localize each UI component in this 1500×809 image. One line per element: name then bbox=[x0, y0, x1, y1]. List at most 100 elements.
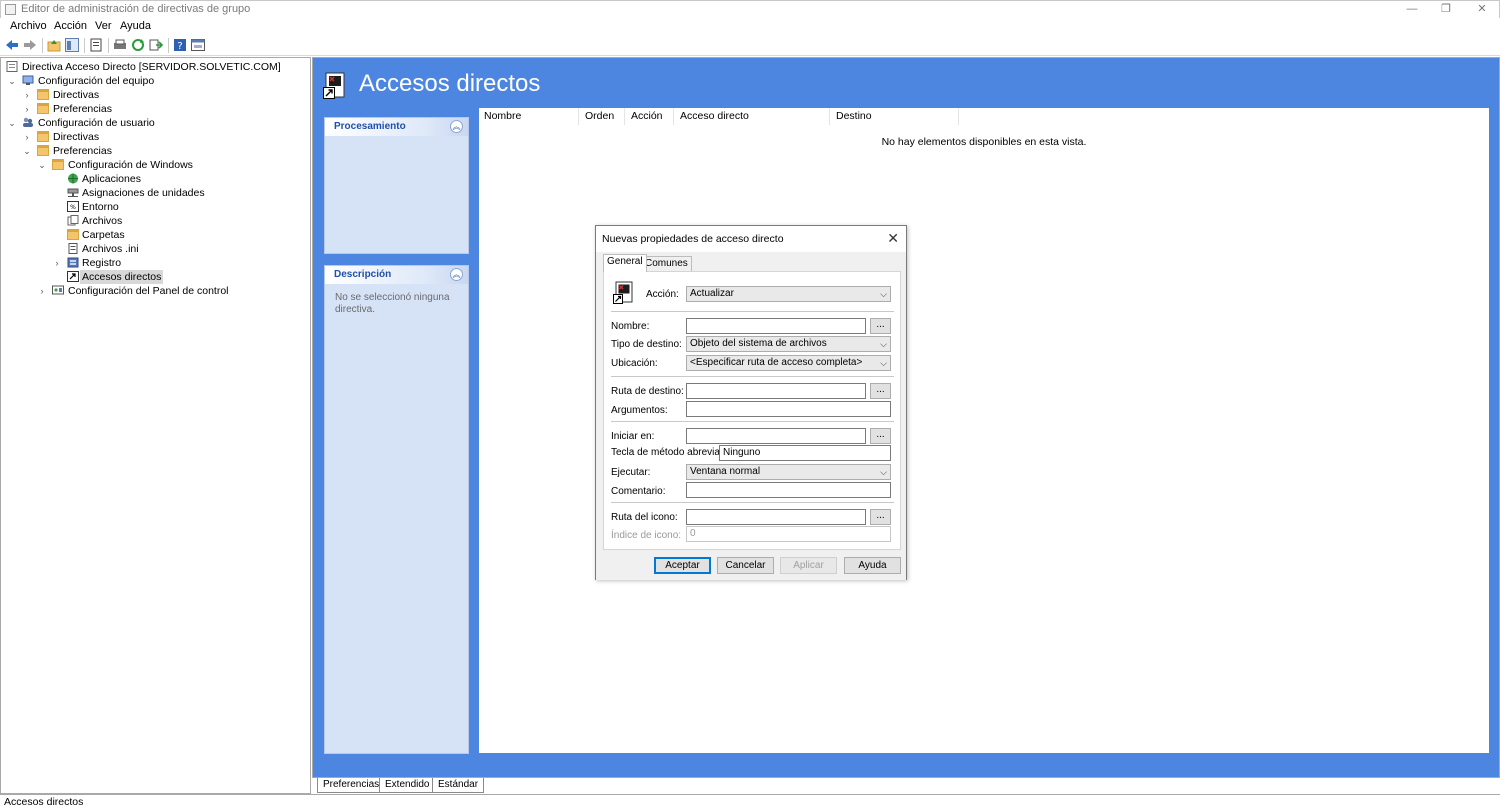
tree-computer-policies-label: Directivas bbox=[53, 89, 100, 101]
app-icon bbox=[5, 4, 16, 15]
menu-accion[interactable]: Acción bbox=[54, 20, 87, 32]
close-window-button[interactable]: ✕ bbox=[1467, 2, 1497, 17]
ejecutar-value: Ventana normal bbox=[690, 466, 761, 477]
expand-chevron-icon[interactable]: › bbox=[52, 256, 62, 270]
tree-computer-policies[interactable]: › Directivas bbox=[22, 88, 282, 102]
aceptar-button[interactable]: Aceptar bbox=[654, 557, 711, 574]
print-icon[interactable] bbox=[113, 38, 127, 52]
column-header-accion[interactable]: Acción bbox=[626, 108, 674, 125]
collapse-up-icon[interactable]: ︽ bbox=[450, 120, 463, 133]
shortcut-header-icon bbox=[613, 281, 633, 304]
status-text: Accesos directos bbox=[4, 796, 84, 808]
help-icon[interactable]: ? bbox=[173, 38, 187, 52]
tree-item-archivos-ini[interactable]: Archivos .ini bbox=[52, 242, 292, 256]
forward-arrow-icon[interactable] bbox=[23, 38, 37, 52]
tree-root[interactable]: Directiva Acceso Directo [SERVIDOR.SOLVE… bbox=[6, 60, 306, 74]
tree-item-archivos[interactable]: Archivos bbox=[52, 214, 292, 228]
tab-general[interactable]: General bbox=[603, 254, 647, 272]
expand-chevron-icon[interactable]: › bbox=[22, 102, 32, 116]
shortcut-icon bbox=[67, 271, 79, 282]
iniciar-en-input[interactable] bbox=[686, 428, 866, 444]
indice-icono-label: Índice de icono: bbox=[611, 530, 682, 541]
back-arrow-icon[interactable] bbox=[5, 38, 19, 52]
tree-item-asignaciones[interactable]: Asignaciones de unidades bbox=[52, 186, 292, 200]
folder-icon bbox=[52, 159, 64, 170]
tree-user-policies[interactable]: › Directivas bbox=[22, 130, 282, 144]
ubicacion-select[interactable]: <Especificar ruta de acceso completa> ⌵ bbox=[686, 355, 891, 371]
chevron-down-icon: ⌵ bbox=[880, 358, 887, 368]
ruta-icono-input[interactable] bbox=[686, 509, 866, 525]
tab-estandar[interactable]: Estándar bbox=[432, 778, 485, 793]
expand-chevron-icon[interactable]: › bbox=[22, 130, 32, 144]
tree-item-label: Asignaciones de unidades bbox=[82, 187, 205, 199]
shortcut-properties-dialog: Nuevas propiedades de acceso directo ✕ G… bbox=[595, 225, 907, 580]
toolbar-separator bbox=[108, 38, 109, 53]
iniciar-en-label: Iniciar en: bbox=[611, 431, 655, 442]
accion-select[interactable]: Actualizar ⌵ bbox=[686, 286, 891, 302]
accion-label: Acción: bbox=[646, 289, 679, 300]
ruta-icono-browse-button[interactable]: ... bbox=[870, 509, 891, 525]
collapse-chevron-icon[interactable]: ⌄ bbox=[7, 116, 17, 130]
tree-user-prefs[interactable]: ⌄ Preferencias bbox=[22, 144, 282, 158]
comentario-input[interactable] bbox=[686, 482, 891, 498]
minimize-button[interactable]: — bbox=[1397, 2, 1427, 17]
up-folder-icon[interactable] bbox=[47, 38, 61, 52]
expand-chevron-icon[interactable]: › bbox=[22, 88, 32, 102]
dialog-body: General Comunes Acción: Actualizar ⌵ Nom… bbox=[596, 252, 906, 580]
column-header-acceso-directo[interactable]: Acceso directo bbox=[675, 108, 830, 125]
iniciar-en-browse-button[interactable]: ... bbox=[870, 428, 891, 444]
tree-root-label: Directiva Acceso Directo [SERVIDOR.SOLVE… bbox=[22, 61, 281, 73]
aplicar-button: Aplicar bbox=[780, 557, 837, 574]
tree-windows-config[interactable]: ⌄ Configuración de Windows bbox=[37, 158, 297, 172]
description-panel: Descripción ︽ No se seleccionó ninguna d… bbox=[324, 265, 469, 754]
toolbar: ? bbox=[0, 35, 1500, 56]
tree-item-aplicaciones[interactable]: Aplicaciones bbox=[52, 172, 292, 186]
ruta-destino-input[interactable] bbox=[686, 383, 866, 399]
export-list-icon[interactable] bbox=[149, 38, 163, 52]
column-header-nombre[interactable]: Nombre bbox=[479, 108, 579, 125]
collapse-chevron-icon[interactable]: ⌄ bbox=[22, 144, 32, 158]
ruta-destino-browse-button[interactable]: ... bbox=[870, 383, 891, 399]
tab-preferencias[interactable]: Preferencias bbox=[317, 778, 386, 793]
ejecutar-select[interactable]: Ventana normal ⌵ bbox=[686, 464, 891, 480]
nombre-browse-button[interactable]: ... bbox=[870, 318, 891, 334]
cancelar-button[interactable]: Cancelar bbox=[717, 557, 774, 574]
menu-archivo[interactable]: Archivo bbox=[10, 20, 47, 32]
collapse-chevron-icon[interactable]: ⌄ bbox=[37, 158, 47, 172]
tree-computer-config[interactable]: ⌄ Configuración del equipo bbox=[7, 74, 307, 88]
tree-computer-prefs[interactable]: › Preferencias bbox=[22, 102, 282, 116]
collapse-chevron-icon[interactable]: ⌄ bbox=[7, 74, 17, 88]
tree-item-label: Archivos .ini bbox=[82, 243, 139, 255]
users-icon bbox=[23, 117, 33, 127]
column-header-destino[interactable]: Destino bbox=[831, 108, 959, 125]
expand-chevron-icon[interactable]: › bbox=[37, 284, 47, 298]
tree-control-panel[interactable]: › Configuración del Panel de control bbox=[37, 284, 297, 298]
tree-item-label: Aplicaciones bbox=[82, 173, 141, 185]
tab-comunes[interactable]: Comunes bbox=[641, 256, 692, 271]
tree-item-entorno[interactable]: % Entorno bbox=[52, 200, 292, 214]
tipo-destino-select[interactable]: Objeto del sistema de archivos ⌵ bbox=[686, 336, 891, 352]
tree-item-registro[interactable]: › Registro bbox=[52, 256, 292, 270]
view-tabs: Preferencias Extendido Estándar bbox=[312, 778, 1500, 794]
properties-icon[interactable] bbox=[191, 38, 205, 52]
nombre-input[interactable] bbox=[686, 318, 866, 334]
restore-button[interactable]: ❐ bbox=[1431, 2, 1461, 17]
tab-extendido[interactable]: Extendido bbox=[379, 778, 436, 793]
dialog-close-icon[interactable]: ✕ bbox=[887, 230, 899, 247]
page-title: Accesos directos bbox=[359, 70, 541, 97]
tecla-input[interactable]: Ninguno bbox=[719, 445, 891, 461]
refresh-icon[interactable] bbox=[131, 38, 145, 52]
ayuda-button[interactable]: Ayuda bbox=[844, 557, 901, 574]
tree-item-label: Entorno bbox=[82, 201, 119, 213]
processing-panel: Procesamiento ︽ bbox=[324, 117, 469, 254]
clipboard-icon[interactable] bbox=[89, 38, 103, 52]
tree-item-carpetas[interactable]: Carpetas bbox=[52, 228, 292, 242]
menu-ayuda[interactable]: Ayuda bbox=[120, 20, 151, 32]
column-header-orden[interactable]: Orden bbox=[580, 108, 625, 125]
tree-user-config[interactable]: ⌄ Configuración de usuario bbox=[7, 116, 307, 130]
menu-ver[interactable]: Ver bbox=[95, 20, 112, 32]
show-hide-tree-icon[interactable] bbox=[65, 38, 79, 52]
collapse-up-icon[interactable]: ︽ bbox=[450, 268, 463, 281]
tree-item-accesos-directos[interactable]: Accesos directos bbox=[52, 270, 292, 284]
argumentos-input[interactable] bbox=[686, 401, 891, 417]
